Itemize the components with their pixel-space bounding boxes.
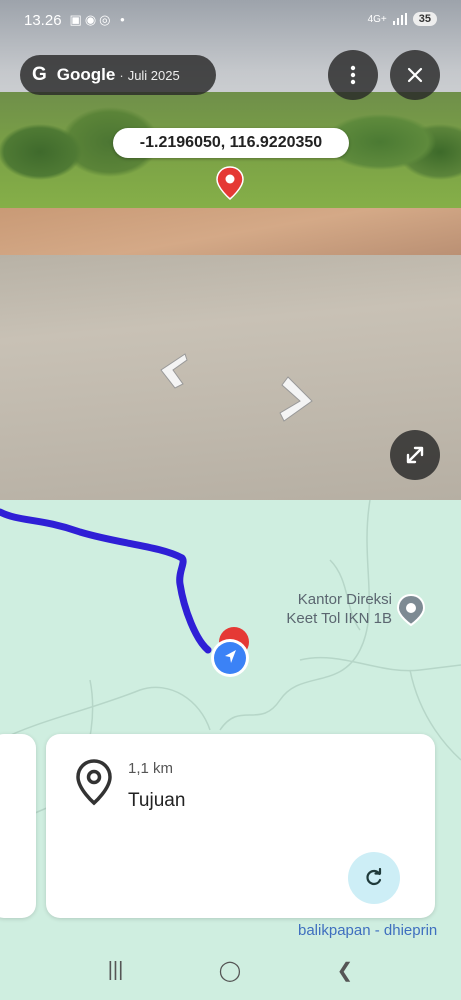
location-outline-icon	[74, 758, 114, 811]
home-button[interactable]: ◯	[219, 958, 241, 983]
refresh-icon	[366, 868, 382, 886]
street-view-panel[interactable]: G Google · Juli 2025 -1.2196050, 116.922…	[0, 0, 461, 500]
route-line	[0, 508, 212, 654]
brand-label: Google	[56, 65, 116, 84]
poi-marker-icon[interactable]	[396, 593, 426, 631]
status-bar: 13.26 ▣◉◎ • 4G+ 35	[0, 0, 461, 40]
poi-label-line1: Kantor Direksi	[297, 591, 392, 608]
battery-badge: 35	[412, 12, 437, 26]
location-pin-icon	[216, 166, 244, 205]
poi-label[interactable]: Kantor Direksi Keet Tol IKN 1B	[262, 590, 392, 628]
previous-card[interactable]	[0, 734, 36, 918]
destination-distance: 1,1 km	[128, 760, 174, 777]
refresh-button[interactable]	[348, 852, 400, 904]
map-place-label[interactable]: balikpapan - dhieprin	[298, 922, 437, 939]
chevron-left-icon[interactable]	[155, 352, 189, 395]
close-button[interactable]	[390, 50, 440, 100]
expand-icon	[406, 446, 424, 464]
current-location-icon	[208, 626, 252, 683]
chevron-right-icon[interactable]	[276, 375, 316, 428]
expand-button[interactable]	[390, 430, 440, 480]
poi-label-line2: Keet Tol IKN 1B	[286, 610, 392, 627]
destination-name: Tujuan	[128, 790, 186, 811]
google-imagery-chip[interactable]: G Google · Juli 2025	[20, 55, 216, 95]
status-time: 13.26	[24, 11, 62, 29]
status-right: 4G+ 35	[368, 12, 437, 26]
coordinates-label: -1.2196050, 116.9220350	[113, 128, 349, 158]
destination-card[interactable]: 1,1 km Tujuan	[46, 734, 435, 918]
notification-icons: ▣◉◎ •	[69, 12, 128, 27]
recent-apps-button[interactable]: |||	[108, 959, 124, 982]
signal-icon	[392, 13, 407, 25]
back-button[interactable]: ❮	[337, 958, 354, 983]
google-g-icon: G	[32, 64, 47, 85]
separator-dot: ·	[119, 67, 124, 83]
more-options-button[interactable]	[328, 50, 378, 100]
imagery-date: Juli 2025	[127, 67, 180, 83]
close-icon	[407, 67, 423, 83]
network-label: 4G+	[367, 13, 387, 25]
more-vert-icon	[350, 65, 356, 85]
system-nav-bar: ||| ◯ ❮	[0, 940, 461, 1000]
